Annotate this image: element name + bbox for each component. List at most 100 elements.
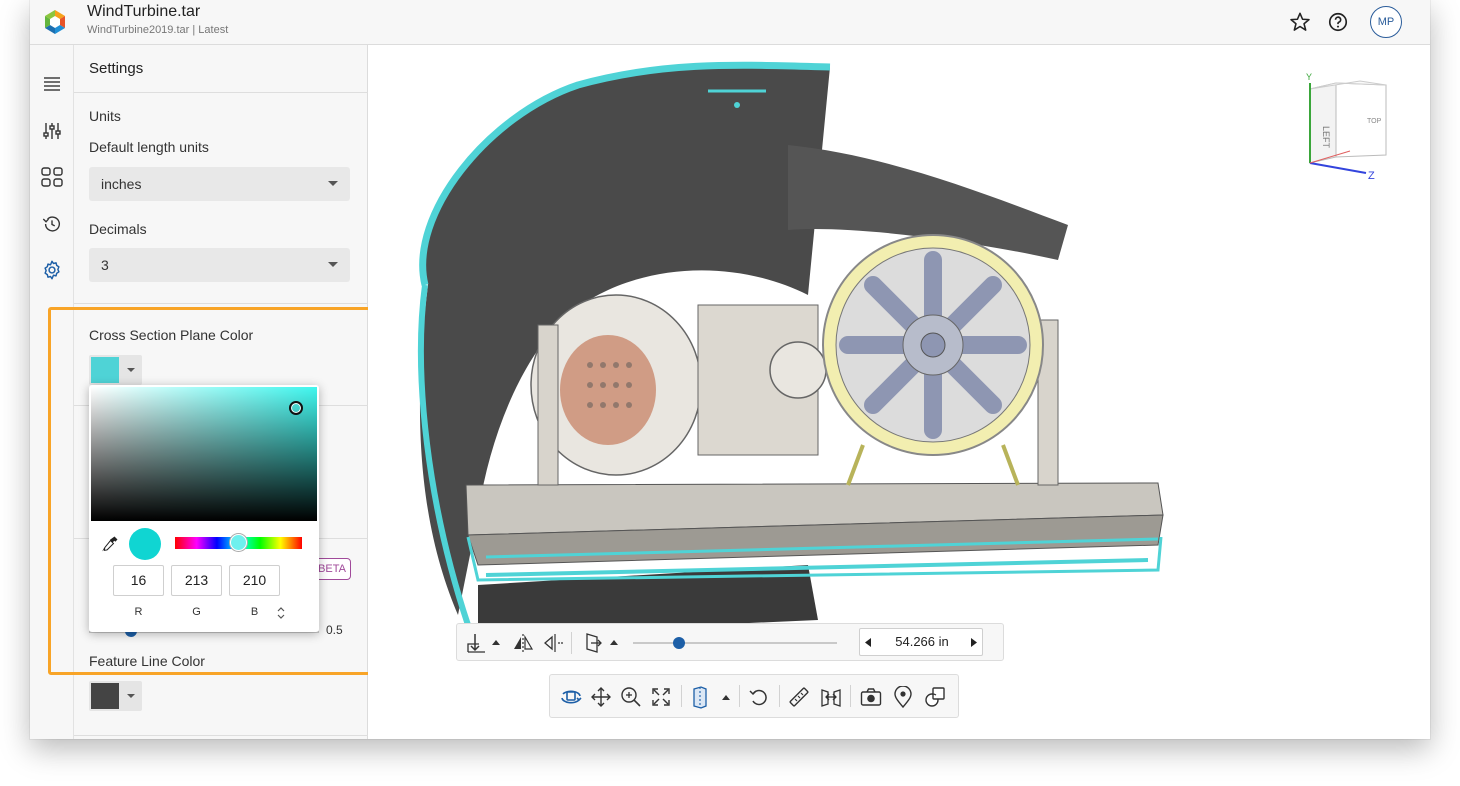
color-picker-popup: 16 213 210 R G B [89, 385, 319, 632]
length-units-value: inches [101, 176, 142, 192]
flip-section-button[interactable] [511, 631, 535, 655]
location-pin-icon [894, 686, 912, 708]
axis-z-label: Z [1368, 170, 1375, 182]
menu-icon [44, 77, 60, 91]
divider [850, 685, 851, 707]
section-axis-button[interactable] [465, 631, 501, 655]
feature-line-color-swatch [91, 683, 119, 709]
chevron-down-icon [328, 181, 338, 186]
zoom-button[interactable] [618, 685, 644, 709]
apps-button[interactable] [38, 163, 66, 191]
feature-line-color-button[interactable] [89, 681, 142, 711]
eyedropper-icon[interactable] [101, 535, 119, 553]
apps-grid-icon [41, 167, 63, 187]
history-icon [42, 216, 60, 232]
explode-button[interactable] [818, 685, 844, 709]
menu-button[interactable] [38, 70, 66, 98]
section-distance-stepper[interactable]: 54.266 in [859, 628, 983, 656]
3d-viewport[interactable]: LEFT TOP Y Z 54.266 in [368, 45, 1430, 739]
blue-label: B [250, 606, 259, 618]
divider [74, 92, 368, 93]
fit-view-button[interactable] [648, 685, 674, 709]
section-mode-icon [586, 633, 618, 653]
history-button[interactable] [38, 210, 66, 238]
length-units-select[interactable]: inches [89, 167, 350, 201]
explode-icon [821, 689, 841, 707]
divider [74, 735, 368, 736]
filters-button[interactable] [38, 117, 66, 145]
beta-badge: BETA [315, 558, 351, 580]
star-icon [1290, 12, 1310, 31]
divider [74, 303, 368, 304]
green-label: G [192, 606, 201, 618]
chevron-right-icon[interactable] [970, 638, 977, 647]
section-plane-button[interactable] [541, 631, 565, 655]
section-slider-track[interactable] [633, 642, 837, 644]
decimals-value: 3 [101, 257, 109, 273]
units-heading: Units [89, 108, 121, 124]
user-avatar[interactable]: MP [1370, 6, 1402, 38]
help-icon [1328, 12, 1348, 32]
saturation-value-area[interactable] [91, 387, 317, 521]
section-toolbar: 54.266 in [456, 623, 1004, 661]
filters-icon [43, 123, 61, 139]
orbit-icon [561, 690, 582, 704]
document-title: WindTurbine.tar [87, 3, 201, 20]
cube-face-top: TOP [1367, 118, 1382, 125]
divider [779, 685, 780, 707]
viewer-toolbar [549, 674, 959, 718]
left-icon-rail [30, 45, 74, 739]
chevron-down-icon [328, 262, 338, 267]
cross-section-color-swatch [91, 357, 119, 383]
settings-icon [44, 260, 60, 280]
ruler-icon [789, 687, 809, 707]
undo-icon [749, 689, 767, 706]
document-subtitle: WindTurbine2019.tar | Latest [87, 24, 229, 36]
panel-title: Settings [89, 60, 144, 77]
opacity-slider-value: 0.5 [326, 623, 343, 637]
green-input[interactable]: 213 [171, 565, 222, 596]
chevron-down-icon [127, 368, 135, 372]
cube-face-left: LEFT [1321, 126, 1331, 149]
divider [571, 632, 572, 654]
orbit-button[interactable] [558, 685, 584, 709]
section-plane-icon [544, 634, 563, 652]
hue-slider-handle[interactable] [230, 534, 247, 551]
zoom-icon [621, 687, 641, 707]
red-label: R [134, 606, 143, 618]
markup-pin-button[interactable] [890, 685, 916, 709]
reset-view-button[interactable] [746, 685, 772, 709]
help-button[interactable] [1326, 10, 1350, 34]
app-header: WindTurbine.tar WindTurbine2019.tar | La… [30, 0, 1430, 45]
chevron-left-icon[interactable] [865, 638, 872, 647]
section-mode-button[interactable] [583, 631, 619, 655]
shapes-button[interactable] [922, 685, 948, 709]
cross-section-color-button[interactable] [89, 355, 142, 385]
color-mode-toggle-icon[interactable] [277, 607, 285, 619]
app-logo-icon[interactable] [41, 8, 69, 36]
view-cube[interactable]: LEFT TOP Y Z [1290, 71, 1406, 183]
app-window: WindTurbine.tar WindTurbine2019.tar | La… [30, 0, 1430, 739]
divider [681, 685, 682, 707]
snapshot-button[interactable] [858, 685, 884, 709]
section-box-icon [693, 686, 730, 709]
chevron-down-icon [127, 694, 135, 698]
decimals-select[interactable]: 3 [89, 248, 350, 282]
feature-line-color-label: Feature Line Color [89, 653, 205, 669]
red-input[interactable]: 16 [113, 565, 164, 596]
measure-button[interactable] [786, 685, 812, 709]
section-tool-button[interactable] [688, 685, 732, 709]
favorite-button[interactable] [1288, 10, 1312, 34]
saturation-handle[interactable] [289, 401, 303, 415]
blue-input[interactable]: 210 [229, 565, 280, 596]
cross-section-color-label: Cross Section Plane Color [89, 327, 254, 343]
section-axis-icon [467, 634, 500, 653]
shapes-icon [925, 687, 945, 707]
settings-button[interactable] [38, 256, 66, 284]
section-slider-handle[interactable] [673, 637, 685, 649]
pan-button[interactable] [588, 685, 614, 709]
pan-icon [591, 687, 611, 707]
decimals-label: Decimals [89, 221, 147, 237]
section-distance-value[interactable]: 54.266 in [878, 629, 966, 655]
fit-view-icon [652, 688, 670, 706]
